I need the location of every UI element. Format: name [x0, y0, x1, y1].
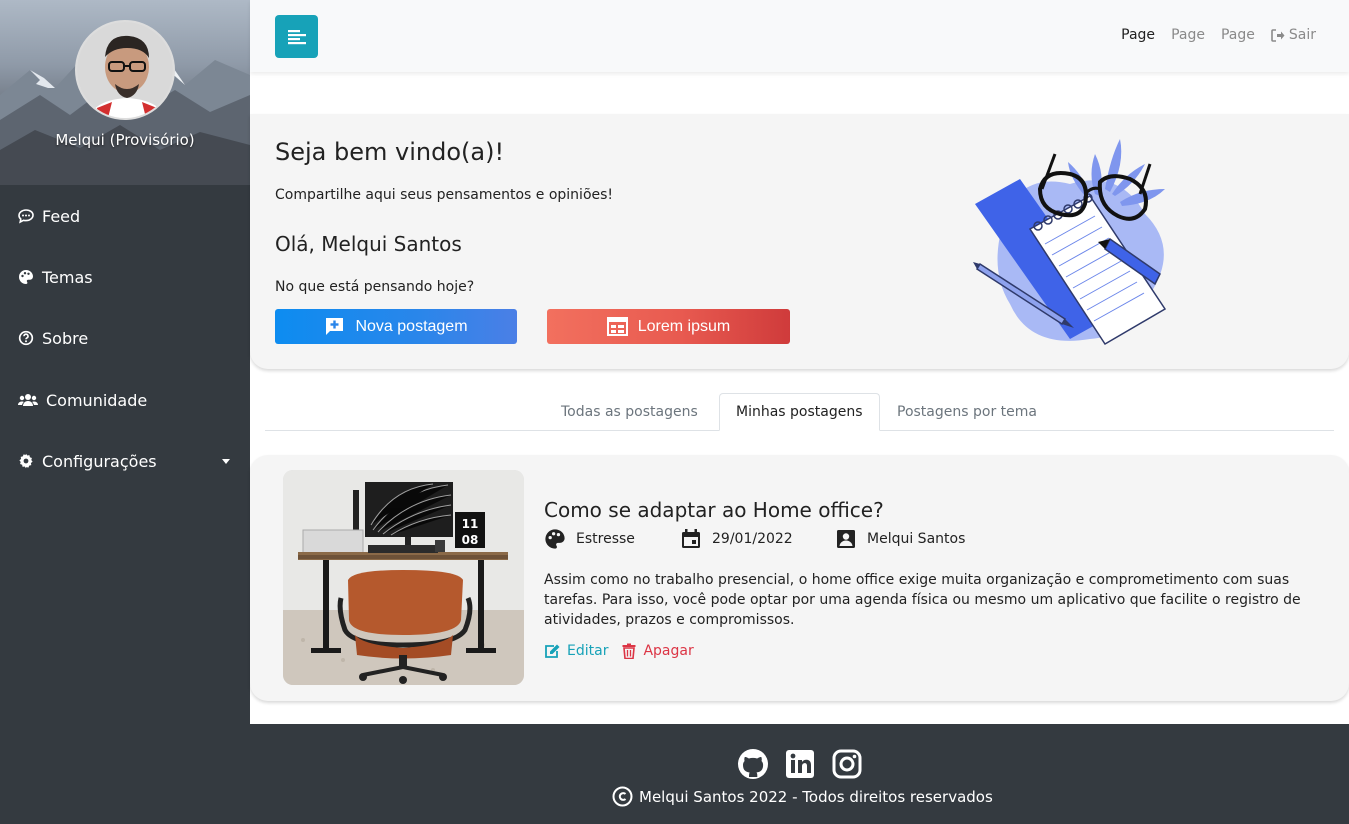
- footer: Melqui Santos 2022 - Todos direitos rese…: [0, 724, 1349, 824]
- notebook-illustration: [973, 139, 1167, 346]
- sidebar-toggle-button[interactable]: [275, 15, 318, 58]
- post-author: Melqui Santos: [835, 528, 965, 550]
- sidebar-item-temas[interactable]: Temas: [0, 257, 250, 297]
- nav-link-page-3[interactable]: Page: [1221, 27, 1255, 43]
- topbar: Page Page Page Sair: [250, 0, 1349, 72]
- welcome-title: Seja bem vindo(a)!: [275, 138, 505, 166]
- caret-down-icon: [222, 459, 230, 464]
- copyright: Melqui Santos 2022 - Todos direitos rese…: [612, 786, 993, 807]
- nav-link-page-1[interactable]: Page: [1121, 27, 1155, 43]
- logout-link[interactable]: Sair: [1271, 27, 1316, 43]
- sidebar-item-label: Temas: [42, 267, 93, 287]
- sidebar-item-sobre[interactable]: Sobre: [0, 318, 250, 358]
- profile-header: Melqui (Provisório): [0, 0, 250, 185]
- github-icon[interactable]: [737, 748, 769, 780]
- greeting: Olá, Melqui Santos: [275, 232, 462, 256]
- users-icon: [18, 392, 38, 408]
- edit-icon: [544, 644, 560, 659]
- new-post-button[interactable]: Nova postagem: [275, 309, 517, 344]
- post-actions: Editar Apagar: [544, 643, 708, 659]
- calendar-icon: [680, 528, 702, 550]
- nav-link-page-2[interactable]: Page: [1171, 27, 1205, 43]
- tab-minhas-postagens[interactable]: Minhas postagens: [719, 393, 880, 431]
- profile-name: Melqui (Provisório): [55, 131, 195, 149]
- delete-label: Apagar: [643, 643, 694, 659]
- clock-hour: 11: [462, 517, 479, 531]
- comment-icon: [18, 208, 34, 224]
- sidebar-item-comunidade[interactable]: Comunidade: [0, 380, 250, 420]
- post-card: 11 08 Como se adaptar ao Home office? Es…: [250, 455, 1349, 701]
- question-circle-icon: [18, 330, 34, 346]
- post-tabs: Todas as postagens Minhas postagens Post…: [265, 393, 1334, 431]
- sidebar: Melqui (Provisório) Feed Temas Sobre Com…: [0, 0, 250, 724]
- add-comment-icon: [324, 316, 345, 337]
- post-image: 11 08: [283, 470, 524, 685]
- account-box-icon: [835, 528, 857, 550]
- logout-label: Sair: [1288, 27, 1316, 43]
- welcome-subtitle: Compartilhe aqui seus pensamentos e opin…: [275, 187, 614, 203]
- social-links: [737, 748, 878, 780]
- sidebar-item-label: Configurações: [42, 451, 157, 471]
- post-date-label: 29/01/2022: [712, 531, 793, 547]
- palette-icon: [544, 528, 566, 550]
- post-date: 29/01/2022: [680, 528, 793, 550]
- prompt-question: No que está pensando hoje?: [275, 279, 475, 295]
- tab-todas-postagens[interactable]: Todas as postagens: [545, 393, 714, 431]
- calendar-view-icon: [606, 317, 628, 336]
- avatar[interactable]: [75, 20, 175, 120]
- sidebar-item-label: Sobre: [42, 328, 89, 348]
- top-nav: Page Page Page Sair: [1105, 27, 1316, 43]
- edit-post-button[interactable]: Editar: [544, 643, 608, 659]
- sidebar-item-label: Feed: [42, 206, 81, 226]
- welcome-card: Seja bem vindo(a)! Compartilhe aqui seus…: [250, 114, 1349, 369]
- gear-icon: [18, 453, 34, 469]
- instagram-icon[interactable]: [831, 748, 863, 780]
- lorem-ipsum-button[interactable]: Lorem ipsum: [547, 309, 790, 344]
- trash-icon: [622, 643, 636, 659]
- new-post-label: Nova postagem: [355, 317, 468, 335]
- sign-out-icon: [1271, 28, 1285, 42]
- tab-postagens-por-tema[interactable]: Postagens por tema: [881, 393, 1053, 431]
- edit-label: Editar: [567, 643, 609, 659]
- lorem-ipsum-label: Lorem ipsum: [637, 317, 731, 335]
- post-body: Assim como no trabalho presencial, o hom…: [544, 572, 1301, 628]
- post-theme: Estresse: [544, 528, 635, 550]
- align-left-icon: [287, 29, 306, 44]
- delete-post-button[interactable]: Apagar: [622, 643, 694, 659]
- sidebar-item-feed[interactable]: Feed: [0, 196, 250, 236]
- sidebar-item-configuracoes[interactable]: Configurações: [0, 441, 250, 481]
- post-title: Como se adaptar ao Home office?: [544, 498, 884, 522]
- palette-icon: [18, 269, 34, 285]
- clock-minute: 08: [462, 533, 479, 547]
- sidebar-item-label: Comunidade: [46, 390, 148, 410]
- post-author-label: Melqui Santos: [867, 531, 966, 547]
- post-theme-label: Estresse: [576, 531, 635, 547]
- copyright-icon: [612, 786, 633, 807]
- linkedin-icon[interactable]: [784, 748, 816, 780]
- copyright-text: Melqui Santos 2022 - Todos direitos rese…: [639, 787, 993, 806]
